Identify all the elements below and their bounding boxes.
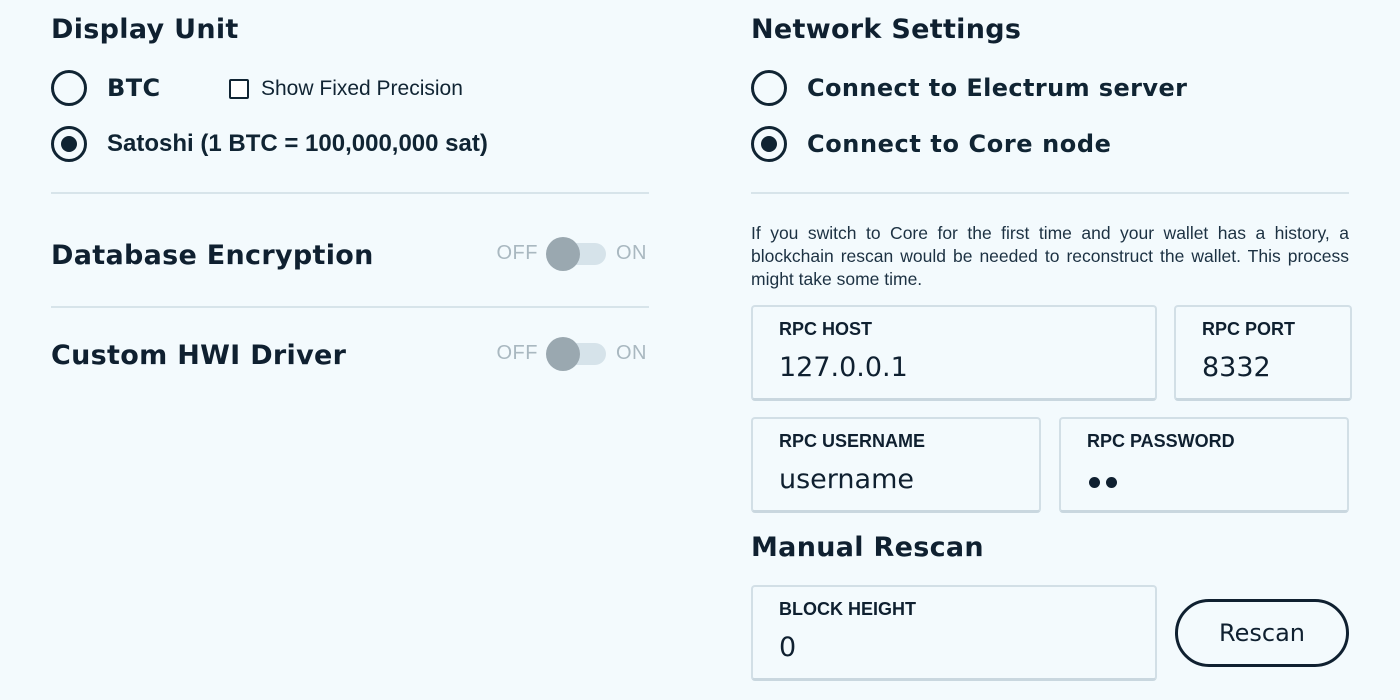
toggle-knob[interactable] [546,336,580,371]
toggle-track[interactable] [546,336,606,371]
radio-satoshi-label: Satoshi (1 BTC = 100,000,000 sat) [107,130,488,157]
rpc-username-input[interactable] [779,464,1013,495]
toggle-track[interactable] [546,236,606,271]
database-encryption-heading: Database Encryption [51,240,374,271]
rescan-button[interactable]: Rescan [1175,599,1349,667]
toggle-on-label: ON [616,342,647,364]
block-height-input[interactable] [779,632,1118,663]
divider [51,306,649,308]
radio-electrum-label: Connect to Electrum server [807,74,1188,102]
network-settings-heading: Network Settings [751,14,1022,45]
radio-electrum-indicator[interactable] [751,70,787,106]
custom-hwi-driver-heading: Custom HWI Driver [51,340,347,371]
rpc-port-label: RPC PORT [1202,319,1296,339]
radio-btc-indicator[interactable] [51,70,87,106]
toggle-on-label: ON [616,242,647,264]
divider [751,192,1349,194]
rpc-username-label: RPC USERNAME [779,431,926,451]
database-encryption-toggle[interactable]: OFF ON [496,236,648,271]
custom-hwi-driver-toggle[interactable]: OFF ON [496,336,648,371]
password-dot [1089,477,1100,488]
toggle-off-label: OFF [496,342,538,364]
radio-btc-label: BTC [107,74,161,102]
rpc-host-field[interactable]: RPC HOST [751,305,1157,401]
show-fixed-precision-box[interactable] [229,79,249,99]
rpc-host-input[interactable] [779,352,1118,383]
core-switch-info: If you switch to Core for the first time… [751,223,1349,289]
show-fixed-precision-checkbox[interactable]: Show Fixed Precision [229,77,463,101]
radio-btc[interactable]: BTC [51,68,160,108]
radio-core[interactable]: Connect to Core node [751,124,1112,164]
rpc-password-input[interactable] [1089,477,1347,488]
block-height-field[interactable]: BLOCK HEIGHT [751,585,1157,681]
radio-core-label: Connect to Core node [807,130,1112,158]
rpc-password-field[interactable]: RPC PASSWORD [1059,417,1349,513]
toggle-off-label: OFF [496,242,538,264]
toggle-knob[interactable] [546,236,580,271]
rpc-port-field[interactable]: RPC PORT [1174,305,1352,401]
manual-rescan-heading: Manual Rescan [751,532,984,563]
radio-satoshi-indicator[interactable] [51,126,87,162]
radio-satoshi[interactable]: Satoshi (1 BTC = 100,000,000 sat) [51,124,488,164]
display-unit-heading: Display Unit [51,14,239,45]
rpc-username-field[interactable]: RPC USERNAME [751,417,1041,513]
divider [51,192,649,194]
radio-core-indicator[interactable] [751,126,787,162]
radio-electrum[interactable]: Connect to Electrum server [751,68,1187,108]
rpc-host-label: RPC HOST [779,319,873,339]
show-fixed-precision-label: Show Fixed Precision [261,77,463,100]
rpc-password-label: RPC PASSWORD [1087,431,1235,451]
block-height-label: BLOCK HEIGHT [779,599,916,619]
rpc-port-input[interactable] [1202,352,1336,383]
password-dot [1106,477,1117,488]
